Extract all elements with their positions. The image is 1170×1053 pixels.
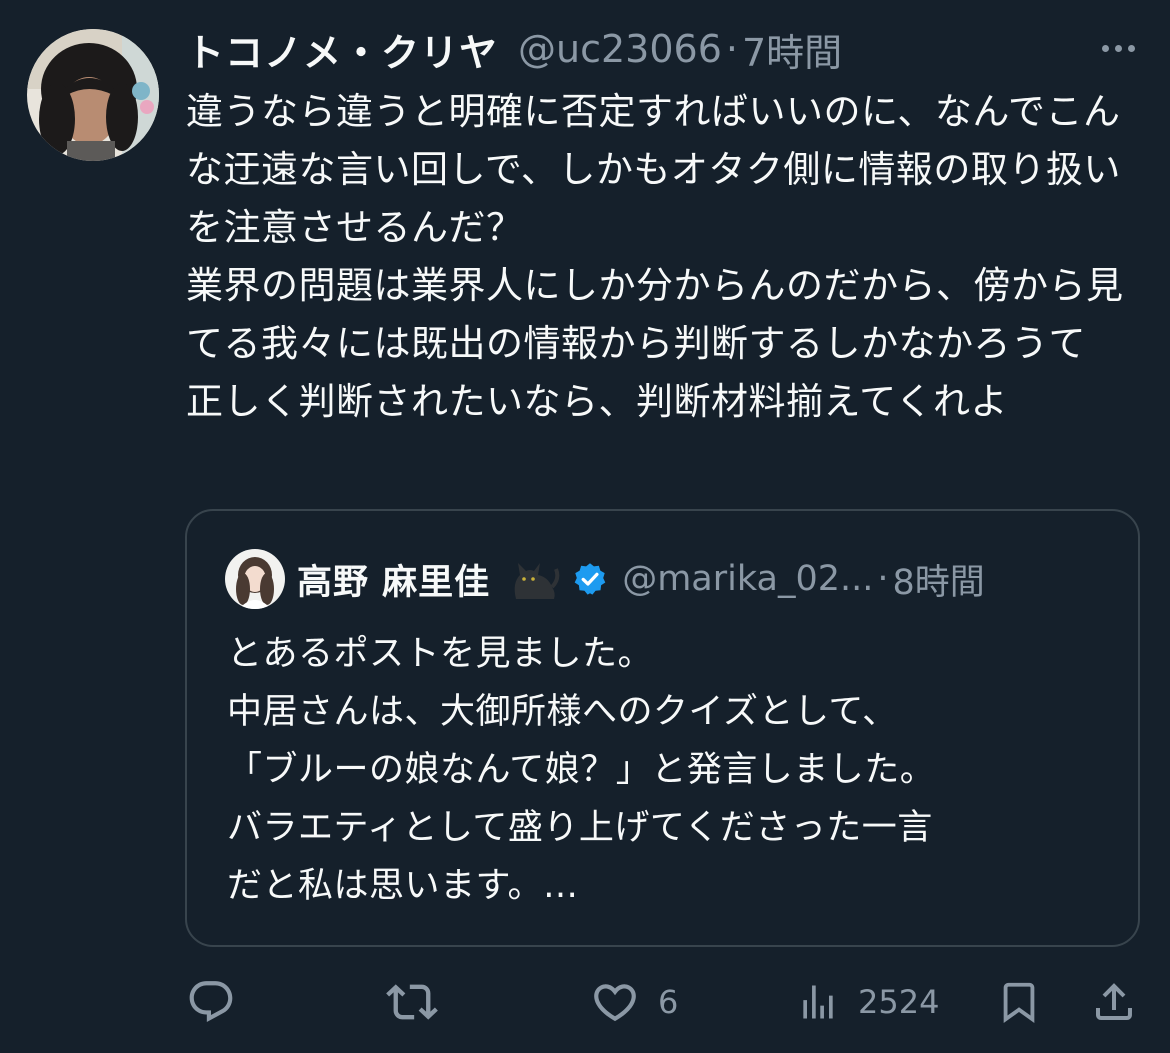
more-button[interactable]: [1096, 30, 1140, 66]
share-button[interactable]: [1090, 970, 1138, 1034]
verified-badge-icon: [572, 561, 608, 597]
author-handle[interactable]: @uc23066: [518, 27, 722, 71]
quoted-tweet-text: とあるポストを見ました。 中居さんは、大御所様へのクイズとして、 「ブルーの娘な…: [227, 634, 936, 906]
reply-button[interactable]: [186, 970, 254, 1034]
action-bar: 6 2524: [0, 970, 1170, 1034]
reply-icon: [189, 981, 233, 1023]
heart-icon: [594, 984, 636, 1022]
more-horizontal-icon: [1127, 44, 1135, 52]
black-cat-emoji-icon: [508, 557, 560, 601]
views-count: 2524: [858, 983, 940, 1021]
tweet-header: トコノメ・クリヤ @uc23066 · 7時間: [186, 22, 842, 77]
tweet-text: 違うなら違うと明確に否定すればいいのに、なんでこんな迂遠な言い回しで、しかもオタ…: [186, 90, 1124, 423]
quoted-author-handle[interactable]: @marika_02...: [622, 559, 873, 599]
retweet-icon: [386, 984, 438, 1020]
quoted-author-name[interactable]: 高野 麻里佳: [297, 554, 490, 605]
tweet-timestamp[interactable]: 7時間: [742, 22, 842, 77]
bookmark-button[interactable]: [996, 970, 1042, 1034]
like-count: 6: [658, 983, 679, 1021]
views-button[interactable]: 2524: [796, 970, 939, 1034]
author-avatar-image: [27, 29, 159, 161]
tweet[interactable]: トコノメ・クリヤ @uc23066 · 7時間 違うなら違うと明確に否定すればい…: [0, 0, 1170, 1053]
author-avatar[interactable]: [27, 29, 159, 161]
retweet-button[interactable]: [386, 970, 456, 1034]
bookmark-icon: [1003, 982, 1035, 1023]
like-button[interactable]: 6: [590, 970, 678, 1034]
quoted-tweet[interactable]: 高野 麻里佳 @marika_02... · 8時間 とあるポストを見ました。 …: [185, 509, 1140, 947]
more-horizontal-icon: [1114, 44, 1122, 52]
views-chart-icon: [803, 985, 833, 1019]
author-name[interactable]: トコノメ・クリヤ: [186, 22, 498, 77]
quoted-header-separator: ·: [877, 559, 889, 599]
header-separator: ·: [725, 27, 738, 71]
quoted-avatar-image: [225, 549, 285, 609]
quoted-tweet-header: 高野 麻里佳 @marika_02... · 8時間: [297, 551, 985, 607]
quoted-author-avatar[interactable]: [225, 549, 285, 609]
share-icon: [1096, 983, 1132, 1020]
more-horizontal-icon: [1101, 44, 1109, 52]
quoted-tweet-timestamp[interactable]: 8時間: [893, 554, 985, 605]
